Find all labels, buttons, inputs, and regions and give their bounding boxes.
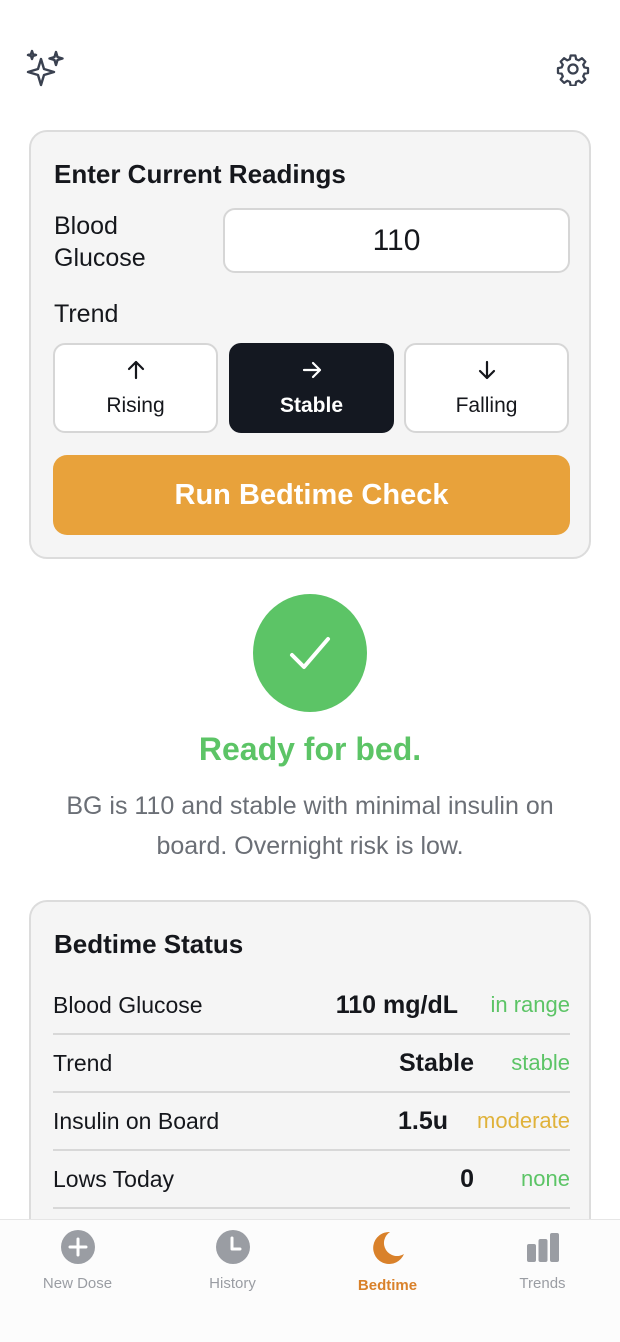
- trend-label: Trend: [54, 300, 119, 328]
- readings-card: Enter Current Readings Blood Glucose Tre…: [29, 130, 591, 559]
- status-row-value: 0: [460, 1164, 474, 1193]
- tab-history[interactable]: History: [155, 1230, 310, 1292]
- tab-trends[interactable]: Trends: [465, 1230, 620, 1292]
- tab-label: New Dose: [42, 1275, 113, 1292]
- status-row: Insulin on Board 1.5u moderate: [53, 1093, 570, 1151]
- status-row-value: 110 mg/dL: [335, 990, 458, 1019]
- blood-glucose-input[interactable]: [223, 208, 570, 273]
- sparkles-icon[interactable]: [25, 48, 67, 90]
- status-row-label: Blood Glucose: [53, 991, 203, 1018]
- tab-new-dose[interactable]: New Dose: [0, 1230, 155, 1292]
- tab-bedtime[interactable]: Bedtime: [310, 1230, 465, 1294]
- result-title: Ready for bed.: [198, 731, 422, 767]
- gear-icon[interactable]: [552, 48, 594, 90]
- status-row: Trend Stable stable: [53, 1035, 570, 1093]
- trend-stable-label: Stable: [279, 393, 344, 417]
- status-row: Lows Today 0 none: [53, 1151, 570, 1209]
- result-description: BG is 110 and stable with minimal insuli…: [66, 792, 554, 860]
- plus-circle-icon: [60, 1230, 95, 1269]
- status-row-label: Trend: [53, 1049, 113, 1076]
- status-row-badge: none: [521, 1166, 570, 1191]
- tab-label: Trends: [519, 1275, 566, 1292]
- trend-stable-button[interactable]: Stable: [229, 343, 394, 433]
- arrow-right-icon: [301, 359, 323, 386]
- tab-label: Bedtime: [357, 1277, 418, 1294]
- status-row-value: Stable: [398, 1048, 474, 1077]
- status-row: Blood Glucose 110 mg/dL in range: [53, 977, 570, 1035]
- tab-label: History: [209, 1275, 256, 1292]
- moon-icon: [370, 1230, 406, 1271]
- trend-falling-button[interactable]: Falling: [404, 343, 569, 433]
- status-row-label: Insulin on Board: [53, 1107, 220, 1134]
- arrow-down-icon: [476, 359, 498, 386]
- bottom-tab-bar: New Dose History Bedtime Trends: [0, 1219, 620, 1342]
- run-bedtime-check-button[interactable]: Run Bedtime Check: [53, 455, 570, 535]
- status-row-value: 1.5u: [397, 1106, 448, 1135]
- bar-chart-icon: [526, 1230, 560, 1269]
- trend-falling-label: Falling: [455, 393, 518, 417]
- success-check-icon: [253, 594, 367, 712]
- trend-rising-label: Rising: [106, 393, 165, 417]
- status-row-badge: moderate: [477, 1108, 570, 1133]
- readings-title: Enter Current Readings: [54, 159, 346, 189]
- status-row-label: Lows Today: [53, 1165, 175, 1192]
- blood-glucose-label: Blood Glucose: [54, 212, 146, 272]
- clock-icon: [215, 1230, 250, 1269]
- arrow-up-icon: [125, 359, 147, 386]
- status-title: Bedtime Status: [54, 929, 244, 959]
- trend-rising-button[interactable]: Rising: [53, 343, 218, 433]
- status-row-badge: in range: [490, 992, 570, 1017]
- status-row-badge: stable: [511, 1050, 570, 1075]
